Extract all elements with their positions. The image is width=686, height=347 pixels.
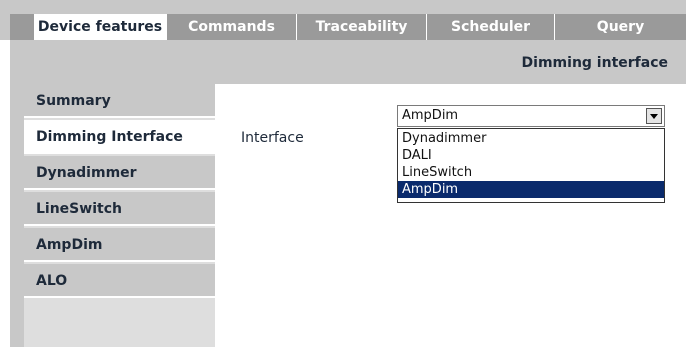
menu-item-dimming-interface[interactable]: Dimming Interface — [24, 120, 224, 154]
device-config-window: Device features Commands Traceability Sc… — [0, 0, 686, 347]
option-lineswitch[interactable]: LineSwitch — [398, 164, 664, 181]
interface-select-value: AmpDim — [402, 108, 459, 123]
menu-item-dynadimmer[interactable]: Dynadimmer — [24, 156, 215, 190]
option-ampdim[interactable]: AmpDim — [398, 181, 664, 198]
tab-device-features[interactable]: Device features — [33, 14, 166, 40]
menu-item-summary[interactable]: Summary — [24, 84, 215, 118]
interface-dropdown-list: Dynadimmer DALI LineSwitch AmpDim — [397, 128, 665, 203]
section-title: Dimming interface — [521, 55, 668, 71]
option-dali[interactable]: DALI — [398, 147, 664, 164]
interface-select[interactable]: AmpDim — [397, 105, 665, 127]
menu-item-ampdim[interactable]: AmpDim — [24, 228, 215, 262]
interface-label: Interface — [241, 130, 304, 146]
tab-scheduler[interactable]: Scheduler — [426, 14, 554, 40]
tab-query[interactable]: Query — [554, 14, 686, 40]
chevron-down-icon[interactable] — [646, 108, 662, 124]
tab-bar: Device features Commands Traceability Sc… — [0, 0, 686, 40]
tab-commands[interactable]: Commands — [166, 14, 296, 40]
tab-bar-lead — [10, 14, 33, 40]
option-dynadimmer[interactable]: Dynadimmer — [398, 130, 664, 147]
tab-traceability[interactable]: Traceability — [296, 14, 426, 40]
menu-item-lineswitch[interactable]: LineSwitch — [24, 192, 215, 226]
menu-item-alo[interactable]: ALO — [24, 264, 215, 298]
